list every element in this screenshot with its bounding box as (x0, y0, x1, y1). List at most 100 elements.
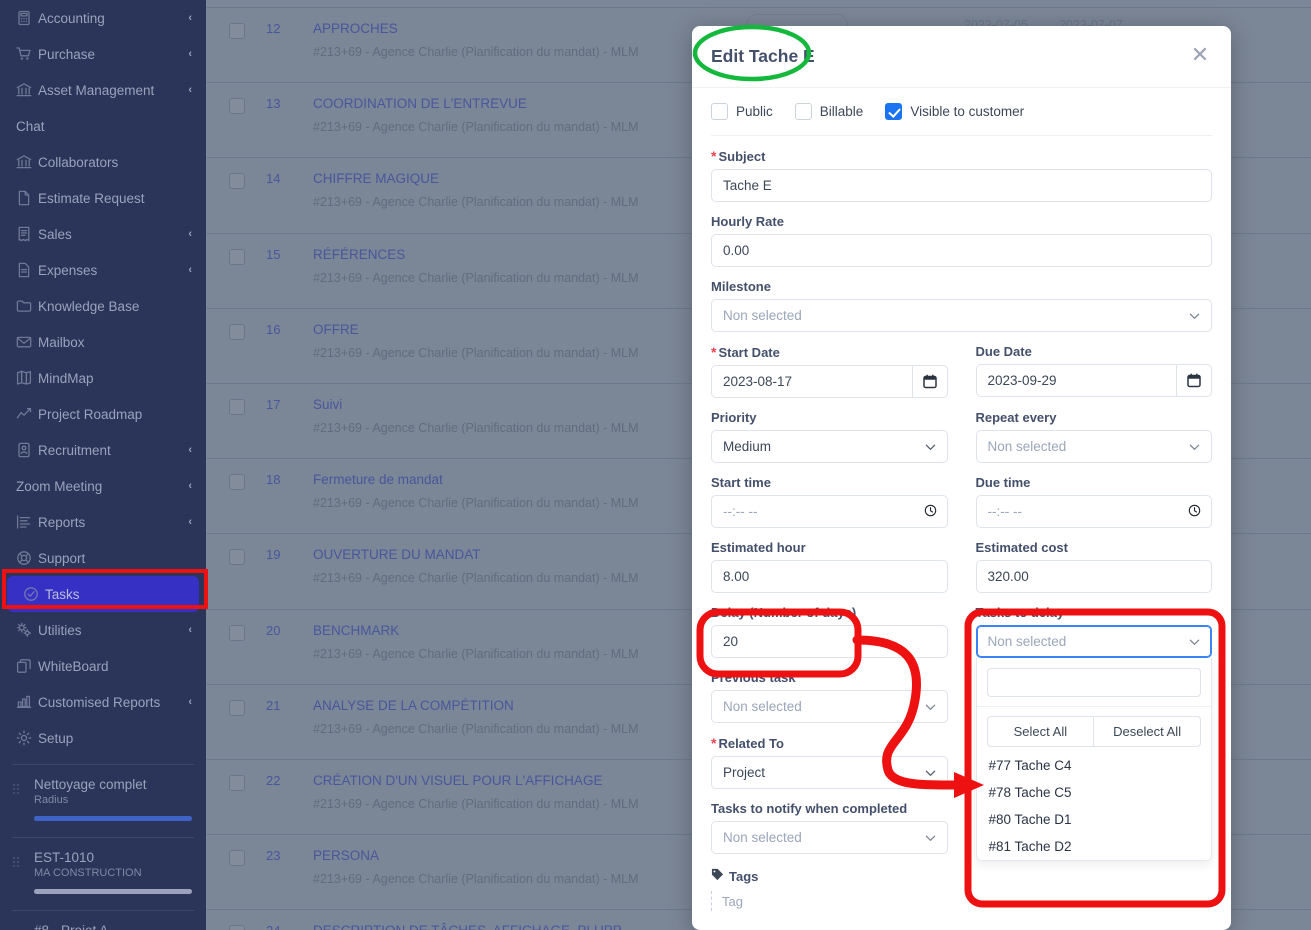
label-hourly-rate: Hourly Rate (711, 214, 784, 229)
project-progress-bar (34, 816, 192, 821)
checkbox-visible-to-customer[interactable] (885, 103, 903, 120)
row-checkbox[interactable] (229, 398, 245, 415)
project-block[interactable]: EST-1010 MA CONSTRUCTION (0, 846, 206, 902)
start-date-control[interactable]: 2023-08-17 (711, 365, 948, 398)
row-title[interactable]: BENCHMARK (313, 623, 399, 638)
tasks-to-delay-select[interactable]: Non selected (975, 625, 1212, 658)
sidebar-item-utilities[interactable]: Utilities ‹ (0, 612, 206, 648)
related-to-select[interactable]: Project (711, 756, 948, 789)
row-checkbox[interactable] (229, 850, 245, 867)
row-checkbox[interactable] (229, 925, 245, 930)
row-checkbox[interactable] (229, 98, 245, 115)
sidebar-project-item[interactable]: Nettoyage complet Radius (0, 773, 206, 838)
sidebar-item-reports[interactable]: Reports ‹ (0, 504, 206, 540)
row-title[interactable]: COORDINATION DE L'ENTREVUE (313, 96, 527, 111)
checkbox-billable[interactable] (794, 103, 812, 120)
label-text: Subject (718, 149, 766, 164)
dropdown-option[interactable]: #77 Tache C4 (977, 752, 1212, 779)
row-subtitle: #213+69 - Agence Charlie (Planification … (313, 195, 639, 210)
sidebar-item-chat[interactable]: Chat (0, 108, 206, 144)
hourly-rate-input[interactable]: 0.00 (711, 234, 1212, 267)
sidebar-item-mindmap[interactable]: MindMap (0, 360, 206, 396)
receipt-icon (16, 226, 38, 242)
estimated-hour-input[interactable]: 8.00 (711, 560, 948, 593)
due-date-control[interactable]: 2023-09-29 (975, 364, 1212, 397)
row-title[interactable]: APPROCHES (313, 21, 398, 36)
close-icon[interactable]: ✕ (1187, 43, 1213, 69)
row-checkbox[interactable] (229, 474, 245, 491)
calendar-icon[interactable] (1176, 364, 1212, 397)
row-title[interactable]: RÉFÉRENCES (313, 247, 405, 262)
sidebar-item-customised-reports[interactable]: Customised Reports ‹ (0, 684, 206, 720)
field-subject: * Subject Tache E (711, 148, 1212, 202)
row-title[interactable]: Fermeture de mandat (313, 472, 443, 487)
row-checkbox[interactable] (229, 23, 245, 39)
estimated-cost-input[interactable]: 320.00 (975, 560, 1212, 593)
sidebar-item-zoom-meeting[interactable]: Zoom Meeting ‹ (0, 468, 206, 504)
tasks-to-notify-select[interactable]: Non selected (711, 821, 948, 854)
row-title[interactable]: OFFRE (313, 322, 359, 337)
row-checkbox[interactable] (229, 323, 245, 340)
sidebar-item-knowledge-base[interactable]: Knowledge Base (0, 288, 206, 324)
sidebar-item-estimate-request[interactable]: Estimate Request (0, 180, 206, 216)
row-checkbox[interactable] (229, 173, 245, 190)
field-priority: Priority Medium (711, 410, 948, 463)
sidebar-item-support[interactable]: Support (0, 540, 206, 576)
due-time-input[interactable]: --:-- -- (975, 495, 1212, 528)
row-checkbox[interactable] (229, 549, 245, 566)
delay-days-input[interactable]: 20 (711, 625, 948, 658)
drag-handle-icon[interactable] (12, 856, 21, 868)
sidebar-item-mailbox[interactable]: Mailbox (0, 324, 206, 360)
start-time-input[interactable]: --:-- -- (711, 495, 948, 528)
sidebar-item-purchase[interactable]: Purchase ‹ (0, 36, 206, 72)
sidebar-item-setup[interactable]: Setup (0, 720, 206, 756)
row-checkbox[interactable] (229, 699, 245, 716)
select-all-button[interactable]: Select All (986, 716, 1095, 747)
sidebar-item-whiteboard[interactable]: WhiteBoard (0, 648, 206, 684)
row-checkbox[interactable] (229, 248, 245, 265)
start-date-input[interactable]: 2023-08-17 (711, 365, 912, 398)
project-block[interactable]: #8 - Projet A (0, 919, 206, 930)
sidebar-item-expenses[interactable]: Expenses ‹ (0, 252, 206, 288)
drag-handle-icon[interactable] (12, 783, 21, 795)
project-block[interactable]: Nettoyage complet Radius (0, 773, 206, 829)
sidebar-item-project-roadmap[interactable]: Project Roadmap (0, 396, 206, 432)
envelope-icon (16, 334, 38, 350)
subject-input[interactable]: Tache E (711, 169, 1212, 202)
sidebar-item-recruitment[interactable]: Recruitment ‹ (0, 432, 206, 468)
previous-task-select[interactable]: Non selected (711, 690, 948, 723)
sidebar-item-tasks[interactable]: Tasks (7, 576, 199, 612)
row-title[interactable]: ANALYSE DE LA COMPÉTITION (313, 698, 514, 713)
dropdown-search-wrap (976, 658, 1211, 707)
dropdown-option[interactable]: #78 Tache C5 (977, 779, 1212, 806)
clock-icon[interactable] (1188, 504, 1201, 520)
sidebar-item-collaborators[interactable]: Collaborators (0, 144, 206, 180)
sidebar-project-item[interactable]: EST-1010 MA CONSTRUCTION (0, 846, 206, 911)
repeat-every-select[interactable]: Non selected (975, 430, 1212, 463)
required-marker: * (711, 148, 717, 164)
calendar-icon[interactable] (911, 365, 948, 398)
sidebar-project-item[interactable]: #8 - Projet A (0, 919, 206, 930)
dropdown-option[interactable]: #80 Tache D1 (977, 806, 1212, 833)
row-title[interactable]: CRÉATION D'UN VISUEL POUR L'AFFICHAGE (313, 773, 602, 788)
dropdown-option[interactable]: #81 Tache D2 (977, 833, 1212, 860)
clock-icon[interactable] (924, 504, 937, 520)
checkbox-public[interactable] (711, 103, 728, 120)
tag-input[interactable]: Tag (711, 891, 948, 911)
deselect-all-button[interactable]: Deselect All (1094, 716, 1201, 747)
row-checkbox[interactable] (229, 624, 245, 641)
dropdown-search-input[interactable] (986, 668, 1201, 697)
sidebar-item-accounting[interactable]: Accounting ‹ (0, 0, 206, 36)
sidebar-item-sales[interactable]: Sales ‹ (0, 216, 206, 252)
row-title[interactable]: PERSONA (313, 848, 379, 863)
row-title[interactable]: DESCRIPTION DE TÂCHES, AFFICHAGE, PLUPP (313, 923, 622, 930)
label-start-time: Start time (711, 475, 771, 490)
sidebar-item-asset-management[interactable]: Asset Management ‹ (0, 72, 206, 108)
row-checkbox[interactable] (229, 774, 245, 791)
row-title[interactable]: Suivi (313, 397, 342, 412)
row-title[interactable]: CHIFFRE MAGIQUE (313, 171, 439, 186)
milestone-select[interactable]: Non selected (711, 299, 1212, 332)
due-date-input[interactable]: 2023-09-29 (975, 364, 1176, 397)
row-title[interactable]: OUVERTURE DU MANDAT (313, 547, 481, 562)
priority-select[interactable]: Medium (711, 430, 948, 463)
